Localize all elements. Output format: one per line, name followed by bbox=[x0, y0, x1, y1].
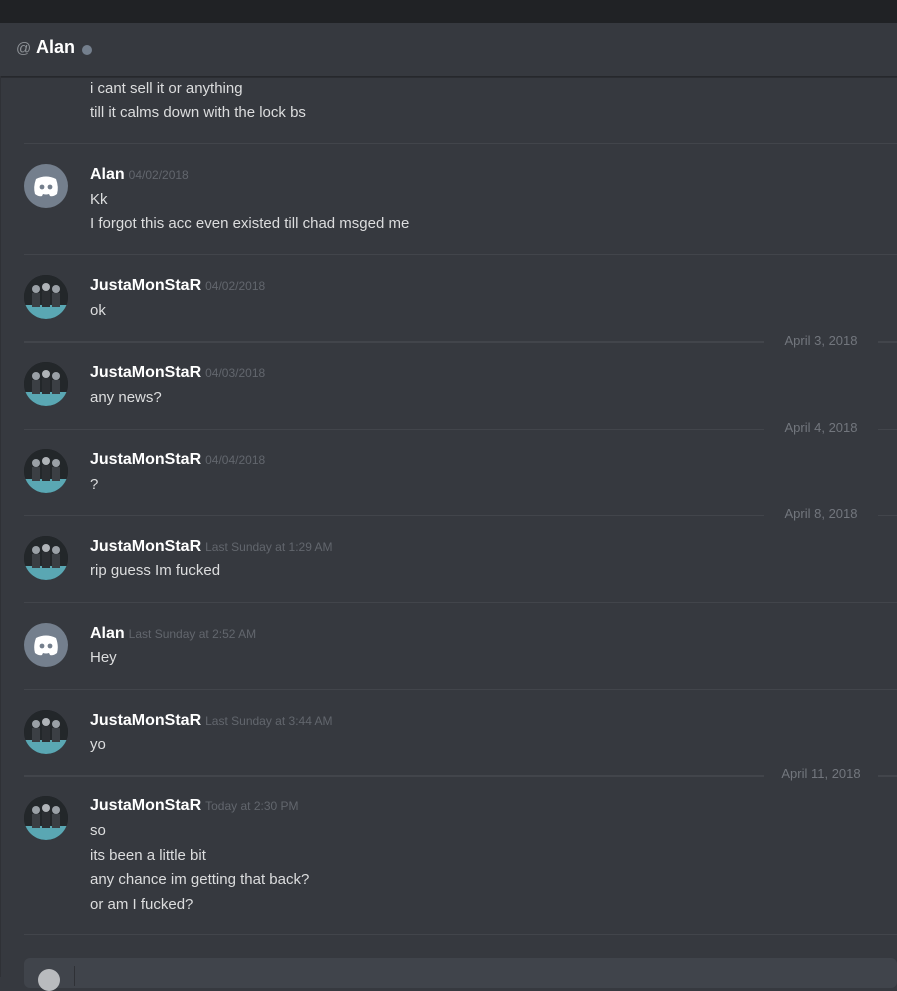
message-text: rip guess Im fucked bbox=[90, 562, 221, 579]
message-timestamp: 04/02/2018 bbox=[128, 168, 189, 182]
message-group: i cant sell it or anything till it calms… bbox=[24, 77, 897, 144]
composer-separator bbox=[74, 966, 75, 986]
at-icon: @ bbox=[16, 40, 32, 57]
group-photo-avatar[interactable] bbox=[24, 362, 68, 406]
message-group: JustaMonStaR Last Sunday at 1:29 AM rip g… bbox=[24, 516, 897, 603]
message-text: or am I fucked? bbox=[90, 896, 194, 913]
message-group: JustaMonStaR 04/04/2018 ? bbox=[24, 430, 897, 516]
message-text: I forgot this acc even existed till chad… bbox=[90, 215, 410, 232]
message-group: Alan 04/02/2018 Kk I forgot this acc even… bbox=[24, 144, 897, 255]
message-author[interactable]: JustaMonStaR Today at 2:30 PM bbox=[90, 797, 299, 815]
message-text: so bbox=[90, 822, 106, 839]
message-text: any chance im getting that back? bbox=[90, 871, 310, 888]
message-text: yo bbox=[90, 736, 106, 753]
group-photo-avatar[interactable] bbox=[24, 710, 68, 754]
message-text: ok bbox=[90, 302, 106, 319]
message-timestamp: Last Sunday at 1:29 AM bbox=[205, 540, 333, 554]
message-author[interactable]: Alan 04/02/2018 bbox=[90, 166, 189, 184]
channel-title[interactable]: Alan bbox=[36, 37, 75, 58]
message-author[interactable]: JustaMonStaR 04/02/2018 bbox=[90, 277, 265, 295]
upload-plus-icon[interactable] bbox=[38, 969, 60, 991]
message-group: JustaMonStaR 04/02/2018 ok bbox=[24, 255, 897, 342]
message-timestamp: 04/03/2018 bbox=[205, 366, 266, 380]
message-group: JustaMonStaR 04/03/2018 any news? bbox=[24, 343, 897, 430]
message-group: Alan Last Sunday at 2:52 AM Hey bbox=[24, 603, 897, 690]
discord-default-icon[interactable] bbox=[24, 164, 68, 208]
message-text: Hey bbox=[90, 649, 117, 666]
message-text: its been a little bit bbox=[90, 847, 206, 864]
message-timestamp: 04/02/2018 bbox=[205, 279, 266, 293]
message-timestamp: 04/04/2018 bbox=[205, 453, 266, 467]
message-author[interactable]: JustaMonStaR Last Sunday at 3:44 AM bbox=[90, 712, 333, 730]
message-timestamp: Last Sunday at 2:52 AM bbox=[128, 627, 257, 641]
message-group: JustaMonStaR Today at 2:30 PM so its been… bbox=[24, 776, 897, 935]
group-photo-avatar[interactable] bbox=[24, 796, 68, 840]
message-text: any news? bbox=[90, 389, 162, 406]
window-top-bar bbox=[0, 0, 897, 23]
group-photo-avatar[interactable] bbox=[24, 275, 68, 319]
channel-header: @ Alan bbox=[0, 23, 897, 77]
message-list[interactable]: i cant sell it or anything till it calms… bbox=[0, 77, 897, 957]
message-composer[interactable] bbox=[24, 958, 897, 991]
discord-default-icon[interactable] bbox=[24, 623, 68, 667]
message-text: Kk bbox=[90, 191, 108, 208]
message-timestamp: Last Sunday at 3:44 AM bbox=[205, 714, 333, 728]
group-photo-avatar[interactable] bbox=[24, 449, 68, 493]
message-text: till it calms down with the lock bs bbox=[90, 104, 306, 121]
message-author[interactable]: JustaMonStaR 04/04/2018 bbox=[90, 451, 265, 469]
message-author[interactable]: JustaMonStaR 04/03/2018 bbox=[90, 364, 265, 382]
group-photo-avatar[interactable] bbox=[24, 536, 68, 580]
message-author[interactable]: JustaMonStaR Last Sunday at 1:29 AM bbox=[90, 538, 333, 556]
message-timestamp: Today at 2:30 PM bbox=[205, 799, 299, 813]
message-group: JustaMonStaR Last Sunday at 3:44 AM yo bbox=[24, 690, 897, 777]
message-author[interactable]: Alan Last Sunday at 2:52 AM bbox=[90, 625, 256, 643]
message-text: i cant sell it or anything bbox=[90, 80, 243, 97]
message-text: ? bbox=[90, 476, 99, 493]
offline-status-icon bbox=[82, 45, 92, 55]
